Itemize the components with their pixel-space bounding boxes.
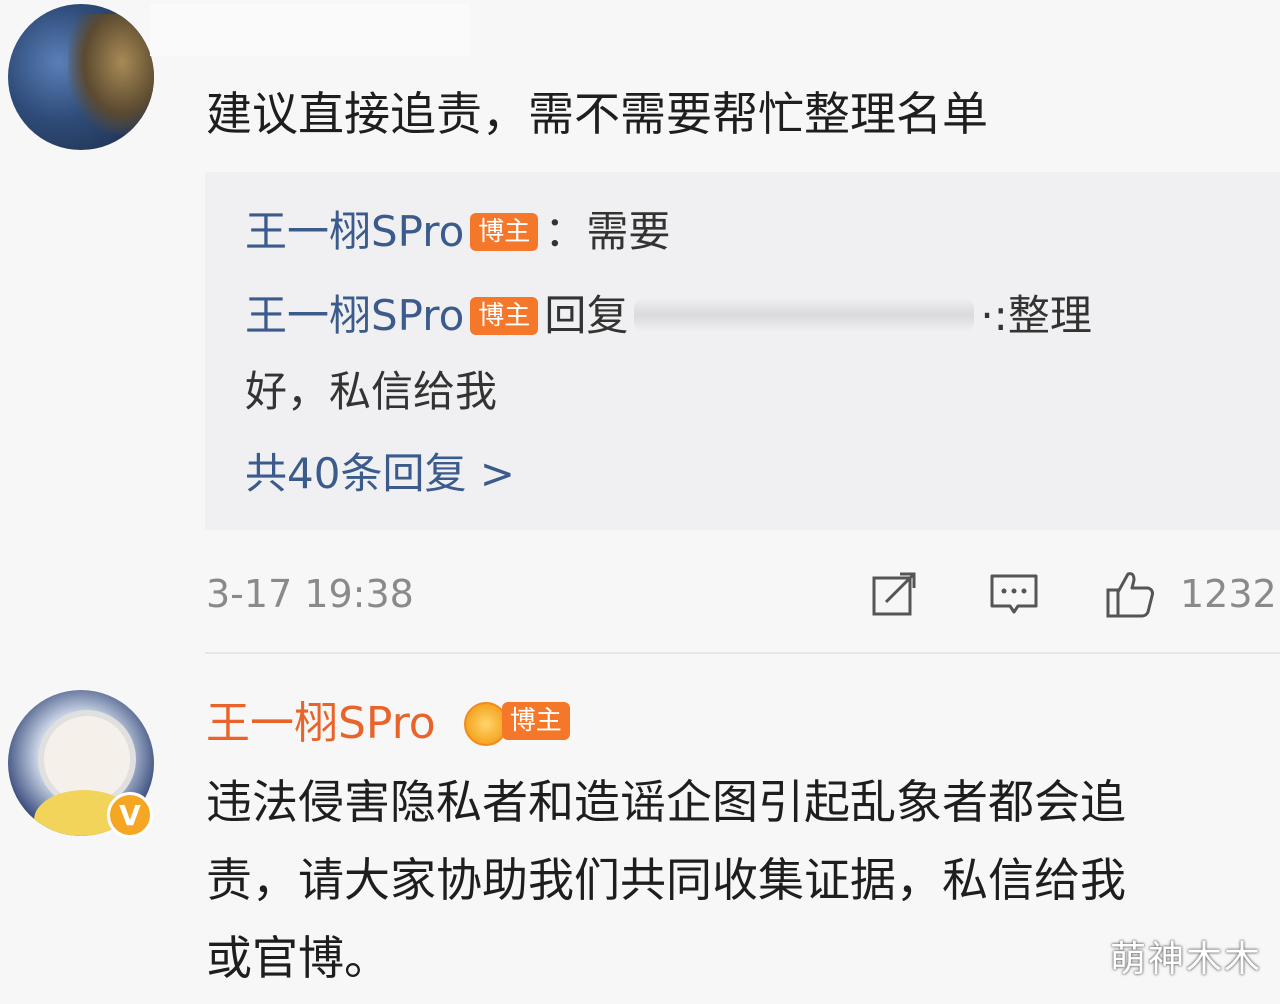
comment-text-line: 责，请大家协助我们共同收集证据，私信给我 <box>206 853 1126 907</box>
commenter-avatar[interactable] <box>8 4 154 150</box>
watermark: 萌神木木 <box>1109 939 1262 980</box>
blurred-mention <box>634 297 975 332</box>
blurred-username <box>150 4 470 56</box>
thumbs-up-icon[interactable] <box>1104 568 1156 620</box>
reply-text-continued: 好，私信给我 <box>245 367 498 416</box>
comment-text-line: 违法侵害隐私者和造谣企图引起乱象者都会追 <box>206 775 1126 829</box>
reply-item[interactable]: 王一栩SPro 博主 ：需要 <box>245 194 670 270</box>
reply-text: ：需要 <box>544 207 671 256</box>
author-username[interactable]: 王一栩SPro <box>206 698 436 749</box>
comment-icon[interactable] <box>988 568 1040 620</box>
crown-badge: 博主 <box>463 690 576 754</box>
blogger-badge: 博主 <box>470 296 539 335</box>
share-icon[interactable] <box>868 568 920 620</box>
view-all-replies-link[interactable]: 共40条回复 > <box>245 436 515 512</box>
comment-text-line: 或官博。 <box>206 931 390 985</box>
blogger-badge: 博主 <box>470 212 539 251</box>
comment-text: 建议直接追责，需不需要帮忙整理名单 <box>206 87 988 141</box>
author-header: 王一栩SPro 博主 <box>206 690 576 762</box>
divider <box>205 652 1280 654</box>
reply-item[interactable]: 王一栩SPro 博主 回复 ·:整理 <box>245 278 1092 354</box>
reply-text: ·:整理 <box>980 291 1092 340</box>
reply-prefix: 回复 <box>544 291 629 340</box>
blogger-badge: 博主 <box>501 702 570 740</box>
like-count: 1232 <box>1180 572 1277 616</box>
reply-username[interactable]: 王一栩SPro <box>245 207 464 256</box>
reply-username[interactable]: 王一栩SPro <box>245 291 464 340</box>
timestamp: 3-17 19:38 <box>206 572 414 616</box>
verified-icon: V <box>107 792 153 838</box>
